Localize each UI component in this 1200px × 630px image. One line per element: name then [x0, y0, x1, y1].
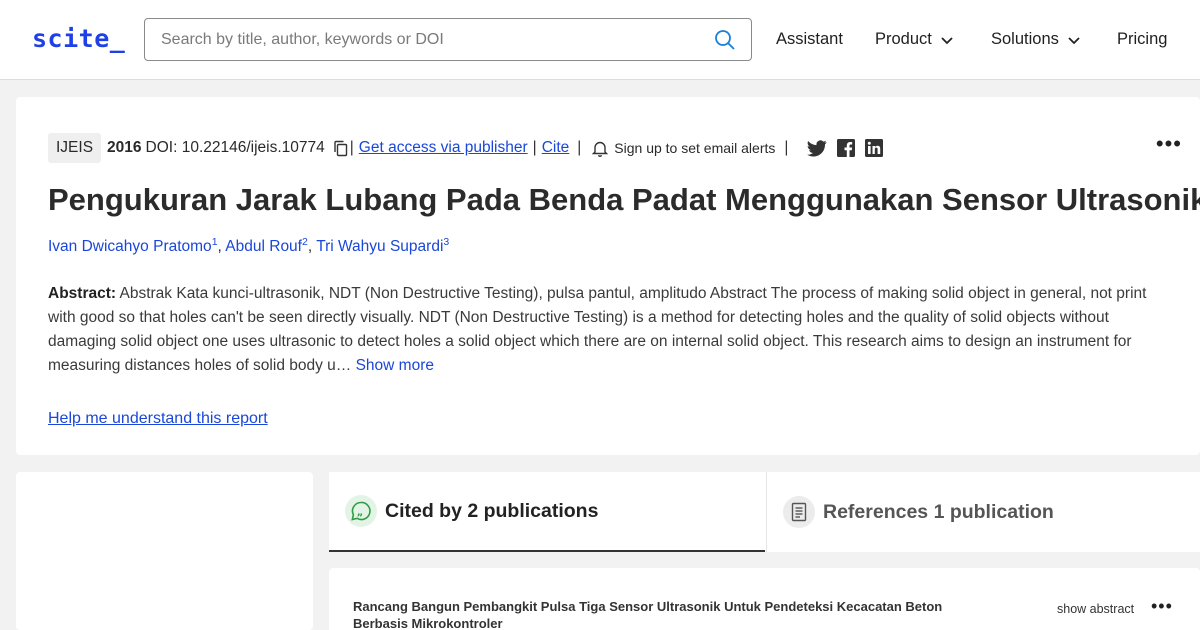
nav-solutions[interactable]: Solutions [991, 30, 1081, 49]
journal-badge[interactable]: IJEIS [48, 133, 102, 163]
article-meta-row: IJEIS 2016 DOI: 10.22146/ijeis.10774 | G… [48, 133, 893, 163]
separator: | [577, 139, 582, 156]
publication-card: Rancang Bangun Pembangkit Pulsa Tiga Sen… [329, 568, 1200, 630]
separator: | [532, 139, 537, 156]
nav-assistant-label: Assistant [776, 30, 843, 48]
article-card: IJEIS 2016 DOI: 10.22146/ijeis.10774 | G… [16, 97, 1200, 455]
search-box[interactable] [144, 18, 752, 61]
author-affiliation-number: 2 [302, 236, 308, 248]
article-title: Pengukuran Jarak Lubang Pada Benda Padat… [48, 182, 1200, 217]
email-alerts-link[interactable]: Sign up to set email alerts [614, 140, 775, 156]
author-affiliation-number: 1 [211, 236, 218, 248]
search-icon[interactable] [713, 28, 737, 52]
author-link[interactable]: Tri Wahyu Supardi [316, 238, 443, 255]
chevron-down-icon [941, 36, 953, 44]
search-input[interactable] [161, 28, 701, 52]
author-affiliation-number: 3 [443, 236, 450, 248]
help-understand-link[interactable]: Help me understand this report [48, 410, 268, 428]
cite-link[interactable]: Cite [542, 139, 570, 157]
separator: | [784, 139, 789, 156]
tab-references-label: References 1 publication [823, 500, 1054, 523]
copy-icon[interactable] [333, 140, 348, 157]
nav-product-label: Product [875, 30, 932, 48]
facebook-icon[interactable] [837, 139, 856, 157]
nav-solutions-label: Solutions [991, 30, 1059, 48]
publication-year: 2016 [107, 139, 142, 156]
author-link[interactable]: Abdul Rouf [225, 238, 302, 255]
bell-icon[interactable] [592, 140, 609, 157]
twitter-icon[interactable] [807, 139, 828, 157]
linkedin-icon[interactable] [865, 139, 884, 157]
top-navigation-bar: scite_ Assistant Product Solutions Prici… [0, 0, 1200, 80]
nav-assistant[interactable]: Assistant [776, 30, 843, 49]
quote-bubble-icon: „ [345, 495, 377, 527]
citation-tabs: „ Cited by 2 publications References 1 p… [329, 472, 1200, 552]
document-icon [783, 496, 815, 528]
show-more-link[interactable]: Show more [356, 357, 434, 374]
tab-cited-by[interactable]: „ Cited by 2 publications [329, 472, 765, 552]
tab-references[interactable]: References 1 publication [766, 472, 1200, 552]
more-options-button[interactable]: ••• [1156, 131, 1182, 157]
publication-title[interactable]: Rancang Bangun Pembangkit Pulsa Tiga Sen… [353, 598, 973, 630]
chevron-down-icon [1068, 36, 1080, 44]
separator: | [349, 139, 354, 156]
nav-pricing[interactable]: Pricing [1117, 30, 1167, 49]
nav-product[interactable]: Product [875, 30, 954, 49]
nav-pricing-label: Pricing [1117, 30, 1168, 48]
tab-cited-by-label: Cited by 2 publications [385, 499, 599, 522]
author-link[interactable]: Ivan Dwicahyo Pratomo [48, 238, 212, 255]
abstract-label: Abstract: [48, 285, 117, 302]
publication-more-button[interactable]: ••• [1151, 596, 1173, 617]
doi-text: DOI: 10.22146/ijeis.10774 [145, 139, 325, 156]
abstract-text: Abstrak Kata kunci-ultrasonik, NDT (Non … [48, 285, 1147, 374]
get-access-link[interactable]: Get access via publisher [359, 139, 528, 157]
author-list: Ivan Dwicahyo Pratomo1, Abdul Rouf2, Tri… [48, 236, 450, 256]
svg-text:„: „ [357, 508, 364, 519]
left-side-panel [16, 472, 313, 630]
abstract: Abstract: Abstrak Kata kunci-ultrasonik,… [48, 282, 1168, 378]
show-abstract-button[interactable]: show abstract [1057, 602, 1134, 616]
scite-logo[interactable]: scite_ [32, 24, 125, 53]
social-share-group [807, 139, 893, 157]
